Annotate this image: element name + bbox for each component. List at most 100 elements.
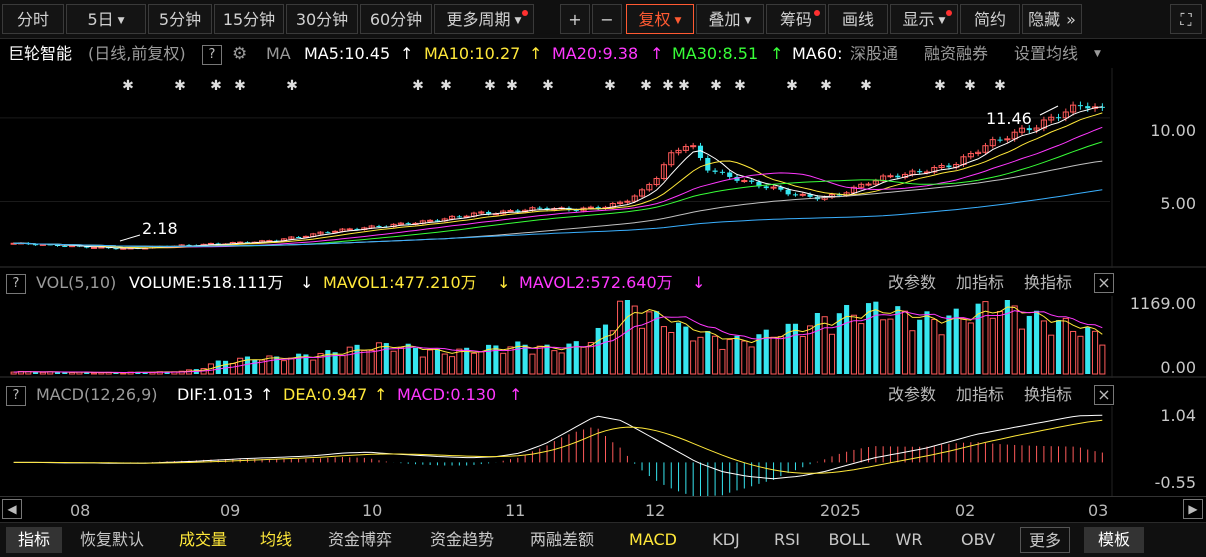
macd-help-button[interactable]: ? — [6, 386, 26, 406]
volume-bar — [529, 353, 536, 375]
volume-bar — [1077, 335, 1084, 375]
macd-title[interactable]: MACD(12,26,9) — [36, 382, 158, 408]
volume-bar — [748, 346, 755, 375]
volume-bar — [580, 346, 587, 375]
indicator-tab-12[interactable]: OBV — [954, 527, 1002, 553]
macd-add-indicator[interactable]: 加指标 — [956, 382, 1004, 408]
volume-bar — [902, 310, 909, 375]
volume-bar — [478, 351, 485, 375]
volume-bar — [1091, 330, 1099, 375]
vol-help-button[interactable]: ? — [6, 274, 26, 294]
indicator-tab-5[interactable]: 资金趋势 — [418, 527, 506, 553]
indicator-tab-8[interactable]: KDJ — [700, 527, 752, 553]
volume-bar — [712, 335, 719, 375]
chevron-down-icon[interactable]: ▼ — [1094, 41, 1101, 67]
volume-bar — [434, 349, 440, 374]
candle-body — [887, 175, 894, 178]
toolbar-item-9[interactable]: 复权 ▼ — [626, 4, 694, 34]
volume-bar — [697, 336, 704, 375]
toolbar-item-10[interactable]: 叠加 ▼ — [696, 4, 764, 34]
volume-bar — [734, 335, 740, 374]
toolbar-item-4[interactable]: 30分钟 — [286, 4, 358, 34]
scroll-right-icon[interactable]: ▶ — [1183, 499, 1203, 519]
gear-icon[interactable]: ⚙ — [232, 41, 247, 67]
toolbar-item-7[interactable]: + — [560, 4, 590, 34]
toolbar-item-8[interactable]: − — [592, 4, 622, 34]
event-marker-icon: ✱ — [412, 78, 424, 94]
y-tick-5: 5.00 — [1160, 194, 1196, 213]
event-marker-icon: ✱ — [662, 78, 674, 94]
toolbar-item-13[interactable]: 显示 ▼ — [890, 4, 958, 34]
indicator-tab-2[interactable]: 成交量 — [166, 527, 240, 553]
indicator-tab-6[interactable]: 两融差额 — [518, 527, 606, 553]
volume-bar — [1085, 327, 1091, 374]
indicator-tab-4[interactable]: 资金博弈 — [316, 527, 404, 553]
volume-bar — [741, 340, 748, 375]
volume-bar — [244, 356, 251, 374]
toolbar-item-14[interactable]: 简约 — [960, 4, 1020, 34]
candle-body — [712, 170, 718, 172]
volume-bar — [814, 313, 820, 374]
toolbar-item-3[interactable]: 15分钟 — [214, 4, 284, 34]
dif-value: DIF:1.013 — [177, 385, 254, 404]
macd-chart[interactable] — [0, 406, 1206, 496]
link-margin[interactable]: 融资融券 — [924, 41, 988, 67]
stock-name[interactable]: 巨轮智能 — [8, 41, 72, 67]
candle-body — [1026, 128, 1032, 131]
scroll-left-icon[interactable]: ◀ — [2, 499, 22, 519]
indicator-tab-9[interactable]: RSI — [766, 527, 808, 553]
volume-bar — [558, 352, 565, 375]
macd-arrow: ↑ — [509, 385, 523, 404]
toolbar-item-label: 更多周期 — [446, 10, 511, 29]
toolbar-item-6[interactable]: 更多周期 ▼ — [434, 4, 534, 34]
indicator-tab-10[interactable]: BOLL — [820, 527, 878, 553]
indicator-tab-1[interactable]: 恢复默认 — [70, 527, 154, 553]
indicator-tab-13[interactable]: 更多 — [1020, 527, 1070, 553]
event-marker-icon: ✱ — [122, 78, 134, 94]
toolbar-item-label: 分时 — [16, 10, 49, 29]
toolbar-item-15[interactable]: 隐藏 » — [1022, 4, 1082, 34]
volume-chart[interactable] — [0, 296, 1206, 378]
candle-body — [946, 165, 952, 168]
macd-close-icon[interactable]: × — [1094, 385, 1114, 405]
indicator-tab-0[interactable]: 指标 — [6, 527, 62, 553]
macd-switch-indicator[interactable]: 换指标 — [1024, 382, 1072, 408]
toolbar-item-2[interactable]: 5分钟 — [148, 4, 212, 34]
vol-edit-params[interactable]: 改参数 — [888, 270, 936, 296]
volume-bar — [1055, 320, 1062, 374]
toolbar-item-5[interactable]: 60分钟 — [360, 4, 432, 34]
volume-bar — [799, 335, 806, 375]
ma-settings[interactable]: 设置均线 — [1014, 41, 1078, 67]
indicator-tab-7[interactable]: MACD — [618, 527, 688, 553]
vol-switch-indicator[interactable]: 换指标 — [1024, 270, 1072, 296]
x-label: 09 — [220, 501, 241, 520]
vol-close-icon[interactable]: × — [1094, 273, 1114, 293]
ma-label[interactable]: MA — [266, 41, 291, 67]
indicator-tab-14[interactable]: 模板 — [1084, 527, 1144, 553]
macd-info-bar: ? MACD(12,26,9) DIF:1.013 ↑ DEA:0.947 ↑ … — [0, 382, 1120, 408]
help-button[interactable]: ? — [202, 45, 222, 65]
toolbar-item-0[interactable]: 分时 — [2, 4, 64, 34]
volume-bar — [456, 348, 463, 375]
macd-edit-params[interactable]: 改参数 — [888, 382, 936, 408]
event-marker-icon: ✱ — [860, 78, 872, 94]
toolbar-item-label: 筹码 — [779, 10, 812, 29]
kline-chart[interactable]: ✱ ✱ ✱ ✱ ✱ ✱ ✱ ✱ ✱ ✱ ✱ ✱ ✱ ✱ ✱ ✱ ✱ ✱ ✱ ✱ ✱ ✱ — [0, 68, 1206, 268]
volume-bar — [470, 352, 478, 375]
toolbar-item-12[interactable]: 画线 — [828, 4, 888, 34]
vol-add-indicator[interactable]: 加指标 — [956, 270, 1004, 296]
notification-dot — [522, 10, 528, 16]
fullscreen-icon[interactable]: ⛶ — [1170, 4, 1202, 34]
event-marker-icon: ✱ — [440, 78, 452, 94]
volume-bar — [880, 319, 887, 375]
toolbar-item-label: 隐藏 — [1028, 10, 1061, 29]
toolbar-item-11[interactable]: 筹码 — [766, 4, 826, 34]
link-northbound[interactable]: 深股通 — [850, 41, 898, 67]
vol-title[interactable]: VOL(5,10) — [36, 270, 116, 296]
event-marker-icon: ✱ — [542, 78, 554, 94]
toolbar-item-1[interactable]: 5日 ▼ — [66, 4, 146, 34]
event-marker-icon: ✱ — [234, 78, 246, 94]
indicator-tab-3[interactable]: 均线 — [248, 527, 304, 553]
volume-bar — [339, 355, 346, 375]
indicator-tab-11[interactable]: WR — [886, 527, 932, 553]
